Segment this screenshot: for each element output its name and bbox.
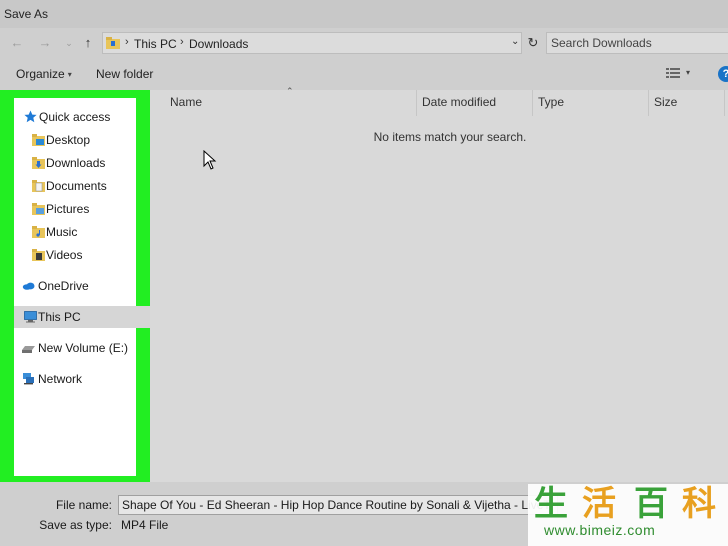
mouse-cursor-icon	[203, 150, 217, 170]
sidebar-item-label: Pictures	[46, 202, 90, 216]
column-divider[interactable]	[532, 90, 533, 116]
sidebar-item-label: This PC	[38, 310, 81, 324]
change-view-icon[interactable]	[666, 67, 680, 79]
sidebar-item-quick-access[interactable]: Quick access	[16, 106, 136, 128]
address-dropdown-icon[interactable]: ⌄	[511, 36, 519, 47]
cloud-icon	[22, 282, 35, 290]
sidebar-item-label: Quick access	[39, 110, 111, 124]
sidebar-item-label: Desktop	[46, 133, 91, 147]
sidebar-item-label: OneDrive	[38, 279, 89, 293]
organize-button[interactable]: Organize ▾	[16, 67, 72, 81]
file-name-input[interactable]	[119, 496, 557, 514]
search-box[interactable]	[546, 32, 728, 54]
watermark-char: 科	[682, 484, 716, 524]
sidebar-item-network[interactable]: Network	[16, 368, 136, 390]
window-title: Save As	[4, 7, 49, 21]
save-as-type-value: MP4 File	[121, 518, 169, 532]
recent-locations-chevron-icon[interactable]: ⌄	[60, 34, 78, 52]
breadcrumb-separator-icon: ›	[180, 36, 184, 48]
up-arrow-icon[interactable]: ↑	[79, 34, 97, 52]
computer-icon	[24, 311, 37, 323]
title-bar: Save As	[0, 0, 728, 28]
sort-ascending-icon: ⌃	[286, 86, 294, 96]
sidebar-item-downloads[interactable]: Downloads	[16, 152, 136, 174]
pictures-folder-icon	[32, 203, 45, 215]
column-divider[interactable]	[648, 90, 649, 116]
sidebar-item-label: New Volume (E:)	[38, 341, 129, 355]
sidebar-item-label: Documents	[46, 179, 107, 193]
watermark: 生 活 百 科 www.bimeiz.com	[528, 484, 728, 546]
desktop-folder-icon	[32, 134, 45, 146]
network-icon	[23, 373, 34, 385]
address-bar[interactable]: › This PC › Downloads ⌄	[102, 32, 522, 54]
search-input[interactable]	[551, 34, 721, 52]
sidebar-item-label: Network	[38, 372, 83, 386]
watermark-char: 活	[582, 484, 616, 524]
column-header-type[interactable]: Type	[538, 95, 564, 109]
videos-folder-icon	[32, 249, 45, 261]
refresh-icon[interactable]: ↻	[524, 34, 542, 52]
breadcrumb-separator-icon: ›	[125, 36, 129, 48]
sidebar-item-music[interactable]: Music	[16, 221, 136, 243]
navigation-pane-highlight: Quick access Desktop Downloads Documents	[0, 90, 150, 482]
sidebar-item-pictures[interactable]: Pictures	[16, 198, 136, 220]
column-header-name[interactable]: Name	[170, 95, 202, 109]
sidebar-item-desktop[interactable]: Desktop	[16, 129, 136, 151]
caret-down-icon: ▾	[67, 70, 72, 80]
sidebar-item-onedrive[interactable]: OneDrive	[16, 275, 136, 297]
column-divider[interactable]	[416, 90, 417, 116]
drive-icon	[22, 346, 35, 353]
view-options-caret-icon[interactable]: ▾	[686, 68, 690, 77]
sidebar-item-documents[interactable]: Documents	[16, 175, 136, 197]
file-name-field[interactable]	[118, 495, 558, 515]
file-list[interactable]: ⌃ Name Date modified Type Size No items …	[150, 86, 728, 482]
sidebar-item-label: Music	[46, 225, 78, 239]
empty-message: No items match your search.	[373, 130, 527, 144]
column-header-date-modified[interactable]: Date modified	[422, 95, 496, 109]
sidebar-item-this-pc[interactable]: This PC	[14, 306, 150, 328]
column-header-size[interactable]: Size	[654, 95, 677, 109]
music-folder-icon	[32, 226, 45, 238]
save-as-type-select[interactable]: MP4 File	[118, 515, 538, 535]
column-divider[interactable]	[724, 90, 725, 116]
documents-folder-icon	[32, 180, 45, 192]
help-icon[interactable]: ?	[718, 66, 728, 82]
address-row: ← → ⌄ ↑ › This PC › Downloads ⌄ ↻	[0, 28, 728, 58]
watermark-url: www.bimeiz.com	[544, 522, 656, 538]
back-arrow-icon[interactable]: ←	[8, 34, 26, 52]
organize-label: Organize	[16, 67, 65, 81]
sidebar-item-videos[interactable]: Videos	[16, 244, 136, 266]
breadcrumb-downloads[interactable]: Downloads	[189, 37, 248, 51]
breadcrumb-this-pc[interactable]: This PC	[134, 37, 177, 51]
new-folder-button[interactable]: New folder	[96, 67, 153, 81]
sidebar-item-new-volume[interactable]: New Volume (E:)	[16, 337, 136, 359]
save-as-type-label: Save as type:	[39, 518, 112, 532]
sidebar-item-label: Downloads	[46, 156, 106, 170]
file-name-label: File name:	[55, 498, 112, 512]
watermark-char: 生	[534, 484, 568, 524]
star-icon	[24, 110, 37, 123]
navigation-pane: Quick access Desktop Downloads Documents	[14, 98, 150, 476]
folder-download-icon	[106, 37, 120, 49]
command-bar: Organize▾ New folder ▾ ?	[0, 58, 728, 90]
watermark-char: 百	[634, 484, 668, 524]
sidebar-item-label: Videos	[46, 248, 83, 262]
downloads-folder-icon	[32, 157, 45, 169]
forward-arrow-icon[interactable]: →	[36, 34, 54, 52]
